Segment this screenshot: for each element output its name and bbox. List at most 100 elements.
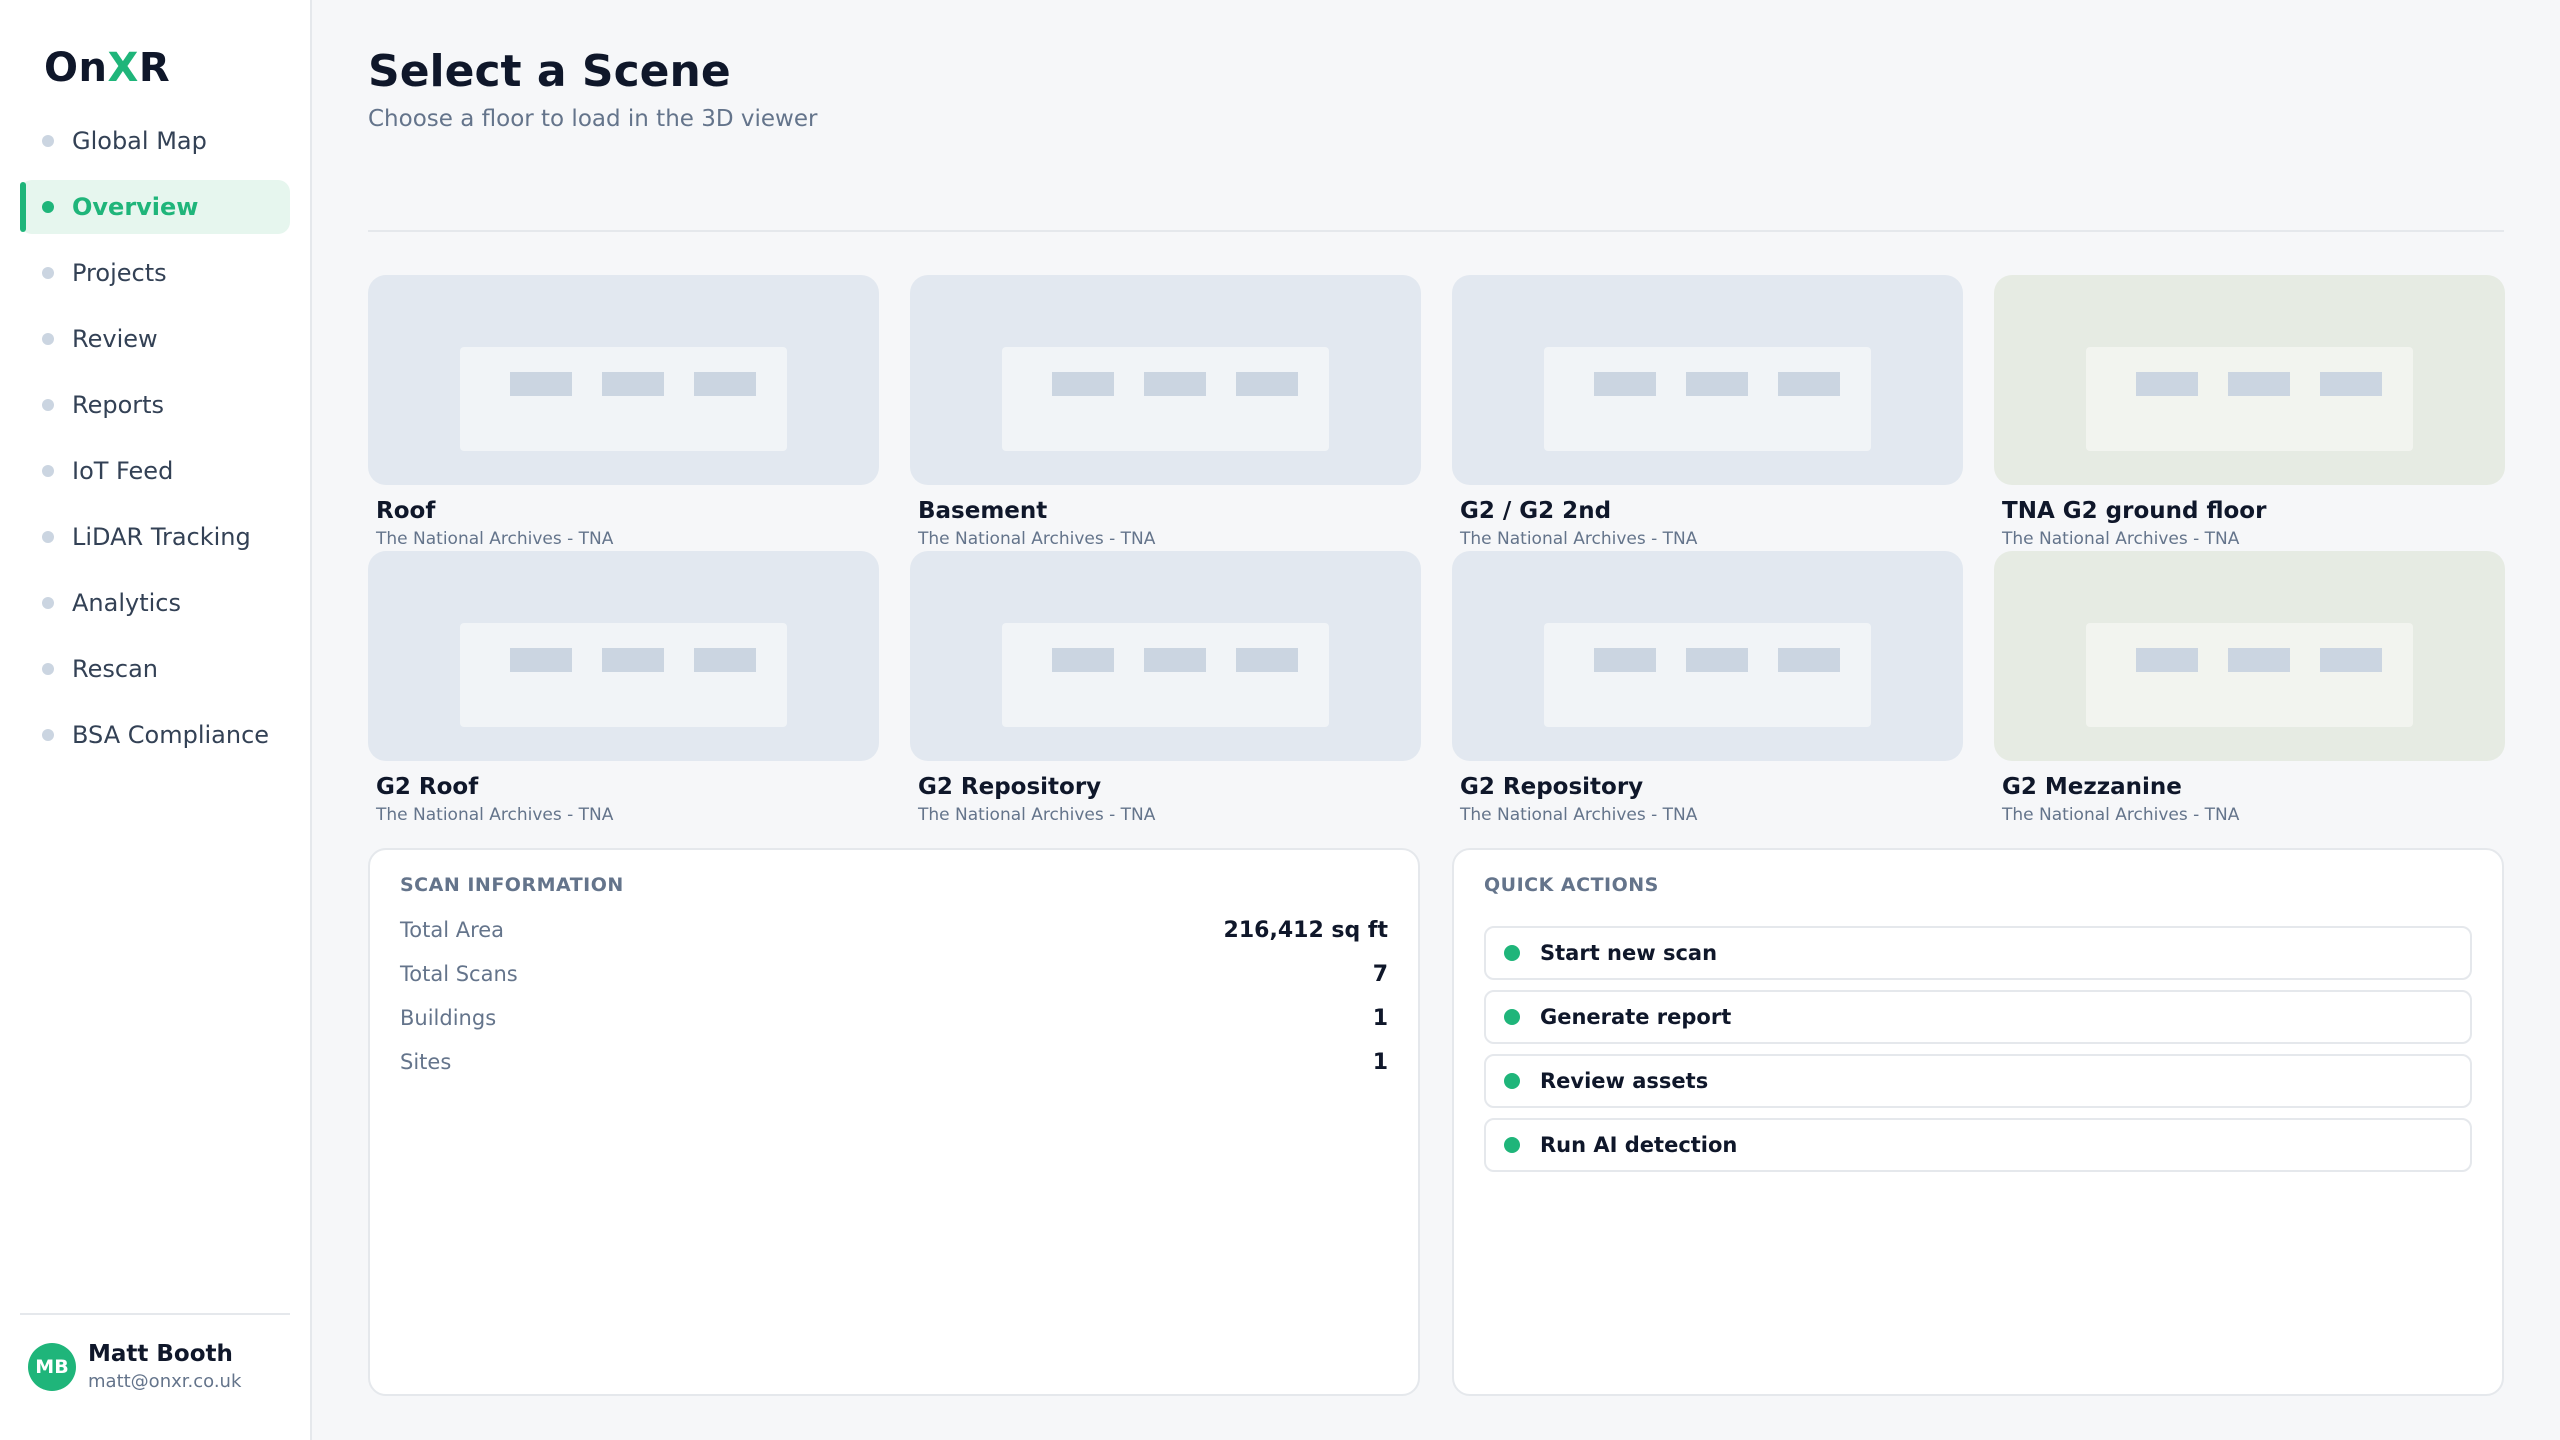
scene-name: G2 Roof <box>376 774 479 800</box>
review-assets-button[interactable]: Review assets <box>1484 1054 2472 1108</box>
scene-name: G2 Repository <box>1460 774 1644 800</box>
placeholder-block <box>1236 372 1298 396</box>
nav-dot-icon <box>42 465 54 477</box>
action-label: Generate report <box>1540 1005 1732 1029</box>
scene-site: The National Archives - TNA <box>1460 529 1698 549</box>
action-dot-icon <box>1504 1137 1520 1153</box>
info-row-total-area: Total Area 216,412 sq ft <box>400 908 1388 952</box>
sidebar-item-review[interactable]: Review <box>20 312 290 366</box>
action-label: Run AI detection <box>1540 1133 1738 1157</box>
info-row-buildings: Buildings 1 <box>400 996 1388 1040</box>
placeholder-block <box>510 648 572 672</box>
user-email: matt@onxr.co.uk <box>88 1371 242 1392</box>
scene-thumbnail[interactable] <box>368 551 879 761</box>
placeholder-block <box>1144 372 1206 396</box>
sidebar-item-label: BSA Compliance <box>72 721 270 749</box>
scene-card[interactable]: G2 Repository The National Archives - TNA <box>1452 551 1963 827</box>
page-title: Select a Scene <box>368 46 731 97</box>
scene-grid: Roof The National Archives - TNA Basement T… <box>368 275 2505 827</box>
placeholder-block <box>1686 648 1748 672</box>
sidebar-item-overview[interactable]: Overview <box>20 180 290 234</box>
sidebar-nav: Global Map Overview Projects Review Reports I… <box>0 114 310 762</box>
scene-site: The National Archives - TNA <box>918 529 1156 549</box>
placeholder-block <box>510 372 572 396</box>
sidebar-item-reports[interactable]: Reports <box>20 378 290 432</box>
sidebar-item-label: Reports <box>72 391 165 419</box>
sidebar-item-label: IoT Feed <box>72 457 174 485</box>
sidebar-item-analytics[interactable]: Analytics <box>20 576 290 630</box>
nav-dot-icon <box>42 333 54 345</box>
sidebar-item-global-map[interactable]: Global Map <box>20 114 290 168</box>
sidebar-item-rescan[interactable]: Rescan <box>20 642 290 696</box>
logo-suffix: R <box>138 45 171 91</box>
scene-thumbnail[interactable] <box>1994 275 2505 485</box>
scene-thumbnail[interactable] <box>1994 551 2505 761</box>
logo-prefix: On <box>44 45 108 91</box>
placeholder-block <box>694 648 756 672</box>
sidebar-item-label: LiDAR Tracking <box>72 523 251 551</box>
scene-card[interactable]: TNA G2 ground floor The National Archives… <box>1994 275 2505 551</box>
placeholder-block <box>602 648 664 672</box>
panel-title: SCAN INFORMATION <box>400 874 624 896</box>
info-label: Sites <box>400 1050 452 1074</box>
onxr-logo[interactable]: OnXR <box>0 40 310 96</box>
scene-card[interactable]: G2 Mezzanine The National Archives - TNA <box>1994 551 2505 827</box>
scene-card[interactable]: G2 / G2 2nd The National Archives - TNA <box>1452 275 1963 551</box>
sidebar-item-label: Analytics <box>72 589 181 617</box>
scene-card[interactable]: G2 Repository The National Archives - TNA <box>910 551 1421 827</box>
action-label: Start new scan <box>1540 941 1718 965</box>
placeholder-block <box>1052 648 1114 672</box>
sidebar-item-iot-feed[interactable]: IoT Feed <box>20 444 290 498</box>
scene-thumbnail[interactable] <box>1452 551 1963 761</box>
scene-site: The National Archives - TNA <box>2002 529 2240 549</box>
user-details: Matt Booth matt@onxr.co.uk <box>88 1341 241 1392</box>
placeholder-block <box>2228 372 2290 396</box>
nav-dot-icon <box>42 201 54 213</box>
run-ai-detection-button[interactable]: Run AI detection <box>1484 1118 2472 1172</box>
sidebar: OnXR Global Map Overview Projects Review Rep… <box>0 0 312 1440</box>
info-row-total-scans: Total Scans 7 <box>400 952 1388 996</box>
placeholder-block <box>1236 648 1298 672</box>
placeholder-block <box>1778 648 1840 672</box>
info-value: 7 <box>1372 961 1388 987</box>
action-dot-icon <box>1504 1073 1520 1089</box>
sidebar-item-lidar-tracking[interactable]: LiDAR Tracking <box>20 510 290 564</box>
scan-info-rows: Total Area 216,412 sq ft Total Scans 7 Build… <box>400 908 1388 1084</box>
action-dot-icon <box>1504 1009 1520 1025</box>
start-new-scan-button[interactable]: Start new scan <box>1484 926 2472 980</box>
floorplan-placeholder-icon <box>1002 623 1329 727</box>
scene-site: The National Archives - TNA <box>1460 805 1698 825</box>
floorplan-placeholder-icon <box>2086 347 2413 451</box>
scene-thumbnail[interactable] <box>1452 275 1963 485</box>
quick-actions-list: Start new scan Generate report Review asse… <box>1484 926 2472 1172</box>
placeholder-block <box>1594 372 1656 396</box>
floorplan-placeholder-icon <box>1002 347 1329 451</box>
scene-card[interactable]: G2 Roof The National Archives - TNA <box>368 551 879 827</box>
placeholder-block <box>2136 372 2198 396</box>
info-label: Buildings <box>400 1006 497 1030</box>
sidebar-item-label: Projects <box>72 259 167 287</box>
generate-report-button[interactable]: Generate report <box>1484 990 2472 1044</box>
sidebar-item-projects[interactable]: Projects <box>20 246 290 300</box>
placeholder-block <box>1052 372 1114 396</box>
header-divider <box>368 230 2504 232</box>
placeholder-block <box>1594 648 1656 672</box>
sidebar-item-label: Rescan <box>72 655 158 683</box>
placeholder-block <box>2320 648 2382 672</box>
nav-dot-icon <box>42 597 54 609</box>
scene-card[interactable]: Roof The National Archives - TNA <box>368 275 879 551</box>
scene-thumbnail[interactable] <box>910 275 1421 485</box>
user-profile[interactable]: MB Matt Booth matt@onxr.co.uk <box>20 1313 290 1392</box>
scene-name: G2 / G2 2nd <box>1460 498 1612 524</box>
panel-title: QUICK ACTIONS <box>1484 874 1659 896</box>
scene-name: Roof <box>376 498 436 524</box>
scene-thumbnail[interactable] <box>368 275 879 485</box>
info-label: Total Area <box>400 918 505 942</box>
sidebar-item-label: Overview <box>72 193 199 221</box>
scene-thumbnail[interactable] <box>910 551 1421 761</box>
scene-site: The National Archives - TNA <box>2002 805 2240 825</box>
scene-name: TNA G2 ground floor <box>2002 498 2267 524</box>
sidebar-item-bsa-compliance[interactable]: BSA Compliance <box>20 708 290 762</box>
scene-card[interactable]: Basement The National Archives - TNA <box>910 275 1421 551</box>
placeholder-block <box>2320 372 2382 396</box>
